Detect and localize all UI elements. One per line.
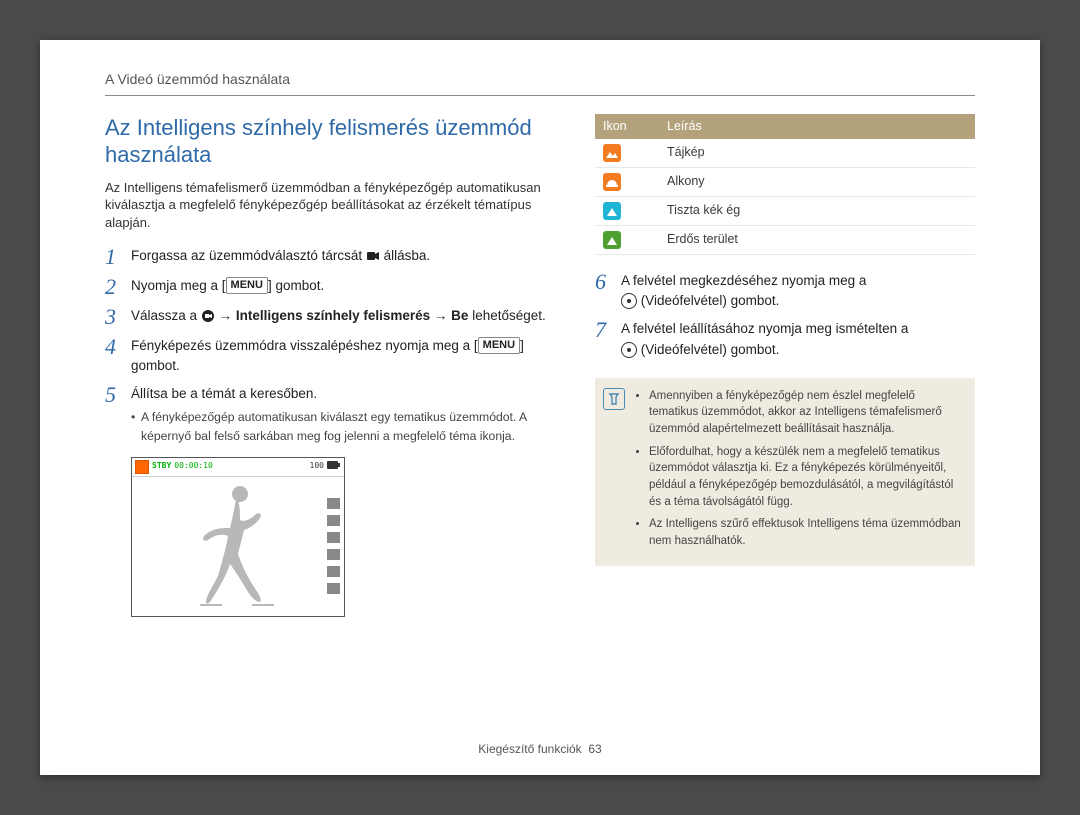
cell-label: Alkony	[659, 167, 975, 196]
step-number: 2	[105, 276, 131, 298]
th-icon: Ikon	[595, 114, 659, 139]
section-title: Az Intelligens színhely felismerés üzemm…	[105, 114, 557, 169]
cell-label: Tiszta kék ég	[659, 196, 975, 225]
cell-label: Erdős terület	[659, 225, 975, 254]
step-bold: Intelligens színhely felismerés	[236, 308, 430, 323]
step-body: Állítsa be a témát a keresőben. •A fényk…	[131, 384, 557, 447]
landscape-icon	[603, 144, 621, 162]
skater-figure-icon	[178, 476, 288, 614]
timer-icon	[327, 566, 340, 577]
scene-indicator-icon	[135, 460, 149, 474]
step-number: 5	[105, 384, 131, 406]
step-text: Forgassa az üzemmódválasztó tárcsát	[131, 248, 366, 263]
right-column: Ikon Leírás Tájkép Alkony Tiszta kék ég	[595, 114, 975, 617]
step-body: Forgassa az üzemmódválasztó tárcsát állá…	[131, 246, 557, 266]
footer-page: 63	[588, 742, 601, 756]
table-row: Erdős terület	[595, 225, 975, 254]
step-number: 6	[595, 271, 621, 293]
step-text: állásba.	[384, 248, 431, 263]
note-item: Az Intelligens szűrő effektusok Intellig…	[649, 516, 963, 549]
th-desc: Leírás	[659, 114, 975, 139]
step-2: 2 Nyomja meg a [MENU] gombot.	[105, 276, 557, 298]
blue-sky-icon	[603, 202, 621, 220]
step-text: Fényképezés üzemmódra visszalépéshez nyo…	[131, 338, 478, 353]
step-body: Válassza a → Intelligens színhely felism…	[131, 306, 557, 326]
step-text: Válassza a	[131, 308, 201, 323]
table-row: Alkony	[595, 167, 975, 196]
icon-table: Ikon Leírás Tájkép Alkony Tiszta kék ég	[595, 114, 975, 255]
movie-mode-icon	[366, 249, 380, 263]
step-text: lehetőséget.	[468, 308, 545, 323]
step-text: Állítsa be a témát a keresőben.	[131, 386, 317, 401]
table-row: Tiszta kék ég	[595, 196, 975, 225]
lcd-body	[132, 476, 344, 616]
note-item: Előfordulhat, hogy a készülék nem a megf…	[649, 444, 963, 511]
note-box: Amennyiben a fényképezőgép nem észlel me…	[595, 378, 975, 566]
note-icon	[603, 388, 625, 410]
step-body: Nyomja meg a [MENU] gombot.	[131, 276, 557, 296]
step-5: 5 Állítsa be a témát a keresőben. •A fén…	[105, 384, 557, 447]
menu-button-icon: MENU	[226, 277, 268, 294]
step-text: (Videófelvétel) gombot.	[641, 293, 780, 308]
greenery-icon	[603, 231, 621, 249]
step-text: →	[219, 308, 236, 323]
flash-icon	[327, 549, 340, 560]
left-column: Az Intelligens színhely felismerés üzemm…	[105, 114, 557, 617]
step-text: ] gombot.	[268, 278, 324, 293]
bullet-text: A fényképezőgép automatikusan kiválaszt …	[141, 410, 526, 442]
cell-label: Tájkép	[659, 139, 975, 168]
step-3: 3 Válassza a → Intelligens színhely feli…	[105, 306, 557, 328]
step-text: A felvétel megkezdéséhez nyomja meg a	[621, 273, 866, 288]
table-header-row: Ikon Leírás	[595, 114, 975, 139]
step5-bullet-list: •A fényképezőgép automatikusan kiválaszt…	[131, 408, 557, 445]
step-1: 1 Forgassa az üzemmódválasztó tárcsát ál…	[105, 246, 557, 268]
sunset-icon	[603, 173, 621, 191]
step-4: 4 Fényképezés üzemmódra visszalépéshez n…	[105, 336, 557, 377]
step-bold: Be	[451, 308, 468, 323]
lcd-side-icons	[327, 498, 340, 594]
step-text: Nyomja meg a [	[131, 278, 226, 293]
manual-page: A Videó üzemmód használata Az Intelligen…	[40, 40, 1040, 775]
step-number: 3	[105, 306, 131, 328]
section-intro: Az Intelligens témafelismerő üzemmódban …	[105, 179, 557, 232]
quality-icon	[327, 532, 340, 543]
battery-icon	[327, 461, 341, 473]
step-number: 1	[105, 246, 131, 268]
macro-icon	[327, 583, 340, 594]
step-6: 6 A felvétel megkezdéséhez nyomja meg a …	[595, 271, 975, 312]
note-item: Amennyiben a fényképezőgép nem észlel me…	[649, 388, 963, 438]
res-icon	[327, 498, 340, 509]
step-body: Fényképezés üzemmódra visszalépéshez nyo…	[131, 336, 557, 377]
record-button-icon	[621, 293, 637, 309]
table-row: Tájkép	[595, 139, 975, 168]
movie-settings-icon	[201, 309, 215, 323]
stby-label: STBY	[152, 461, 171, 472]
fps-icon	[327, 515, 340, 526]
footer-section: Kiegészítő funkciók	[478, 742, 581, 756]
step-text: (Videófelvétel) gombot.	[641, 342, 780, 357]
menu-button-icon: MENU	[478, 337, 520, 354]
page-footer: Kiegészítő funkciók 63	[40, 741, 1040, 757]
step-number: 7	[595, 319, 621, 341]
page-header: A Videó üzemmód használata	[105, 70, 975, 96]
rec-time: 00:00:10	[174, 461, 213, 472]
content-columns: Az Intelligens színhely felismerés üzemm…	[105, 114, 975, 617]
battery-value: 100	[310, 461, 324, 472]
step-text: →	[430, 308, 451, 323]
lcd-status-bar: STBY 00:00:10 100	[132, 458, 344, 477]
step-body: A felvétel leállításához nyomja meg ismé…	[621, 319, 975, 360]
lcd-preview: STBY 00:00:10 100	[131, 457, 345, 617]
note-list: Amennyiben a fényképezőgép nem észlel me…	[635, 388, 963, 550]
step-7: 7 A felvétel leállításához nyomja meg is…	[595, 319, 975, 360]
step-body: A felvétel megkezdéséhez nyomja meg a (V…	[621, 271, 975, 312]
record-button-icon	[621, 342, 637, 358]
step-number: 4	[105, 336, 131, 358]
step-text: A felvétel leállításához nyomja meg ismé…	[621, 321, 908, 336]
